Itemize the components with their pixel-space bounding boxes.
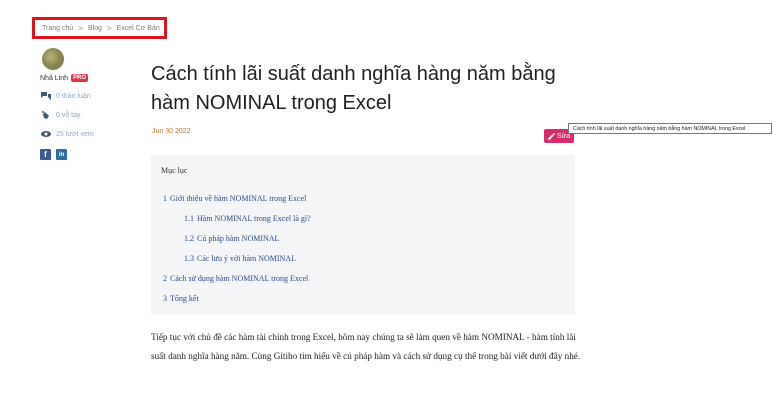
toc-item-label: Tổng kết: [170, 294, 199, 303]
toc-item-number: 1.1: [184, 214, 194, 223]
toc-item-number: 1: [163, 194, 167, 203]
author-name-row: Nhã Linh PRO: [40, 74, 130, 82]
article-date: Jun 30 2022: [152, 128, 191, 135]
toc-item[interactable]: 1.2 Cú pháp hàm NOMINAL: [184, 234, 279, 243]
toc-item-label: Cách sử dụng hàm NOMINAL trong Excel: [170, 274, 309, 283]
title-tooltip: Cách tính lãi suất danh nghĩa hàng năm b…: [568, 123, 772, 134]
toc-item-label: Cú pháp hàm NOMINAL: [197, 234, 280, 243]
toc-heading: Mục lục: [161, 166, 188, 175]
toc-item-label: Giới thiệu về hàm NOMINAL trong Excel: [170, 194, 307, 203]
toc-item-label: Hàm NOMINAL trong Excel là gì?: [197, 214, 311, 223]
facebook-icon[interactable]: f: [40, 149, 51, 160]
clap-icon: [41, 110, 51, 120]
toc-item-number: 1.2: [184, 234, 194, 243]
pencil-icon: [547, 132, 555, 140]
toc-item[interactable]: 3 Tổng kết: [163, 294, 199, 303]
toc-item[interactable]: 2 Cách sử dụng hàm NOMINAL trong Excel: [163, 274, 308, 283]
toc-item[interactable]: 1.3 Các lưu ý với hàm NOMINAL: [184, 254, 296, 263]
eye-icon: [41, 129, 51, 139]
discussions-stat: 0 thảo luận: [40, 91, 130, 101]
toc-item-number: 3: [163, 294, 167, 303]
toc-item[interactable]: 1 Giới thiệu về hàm NOMINAL trong Excel: [163, 194, 306, 203]
likes-stat: 0 vỗ tay: [40, 110, 130, 120]
discussions-count: 0 thảo luận: [56, 92, 91, 100]
breadcrumb-separator: >: [106, 23, 112, 33]
comments-icon: [41, 91, 51, 101]
toc-item[interactable]: 1.1 Hàm NOMINAL trong Excel là gì?: [184, 214, 311, 223]
views-count: 25 lượt xem: [56, 130, 94, 138]
breadcrumb: Trang chủ > Blog > Excel Cơ Bản: [32, 17, 167, 39]
author-sidebar: Nhã Linh PRO 0 thảo luận 0 vỗ tay 25 lượ…: [40, 48, 130, 160]
social-share: f in: [40, 149, 130, 160]
article-title: Cách tính lãi suất danh nghĩa hàng năm b…: [151, 63, 556, 114]
breadcrumb-category[interactable]: Excel Cơ Bản: [117, 25, 160, 32]
breadcrumb-blog[interactable]: Blog: [88, 25, 102, 32]
author-name[interactable]: Nhã Linh: [40, 75, 68, 82]
linkedin-icon[interactable]: in: [56, 149, 67, 160]
breadcrumb-home[interactable]: Trang chủ: [42, 25, 73, 32]
toc-item-number: 2: [163, 274, 167, 283]
toc-item-label: Các lưu ý với hàm NOMINAL: [197, 254, 296, 263]
breadcrumb-separator: >: [78, 23, 83, 33]
likes-count: 0 vỗ tay: [56, 111, 81, 119]
toc-item-number: 1.3: [184, 254, 194, 263]
avatar[interactable]: [42, 48, 64, 70]
table-of-contents: Mục lục 1 Giới thiệu về hàm NOMINAL trong…: [151, 155, 575, 315]
article-intro: Tiếp tục với chủ đề các hàm tài chính tr…: [151, 332, 581, 361]
views-stat: 25 lượt xem: [40, 129, 130, 139]
pro-badge: PRO: [71, 74, 89, 82]
